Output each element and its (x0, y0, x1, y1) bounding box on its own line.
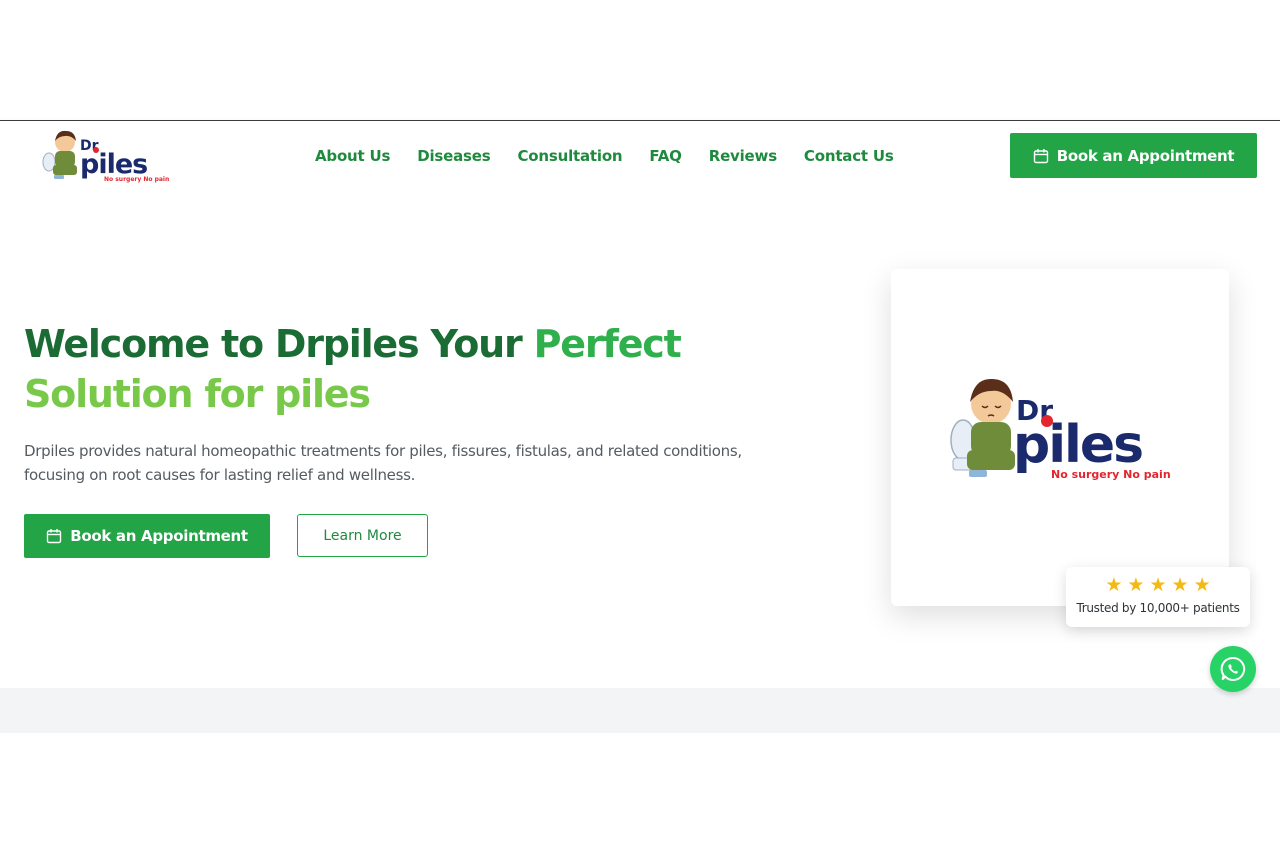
calendar-icon (46, 529, 62, 544)
bottom-whitespace (0, 733, 1280, 853)
whatsapp-button[interactable] (1210, 646, 1256, 692)
nav-link-consultation[interactable]: Consultation (517, 147, 622, 165)
card-logo-piles-text: piles (1013, 415, 1142, 475)
nav-link-about-us[interactable]: About Us (315, 147, 390, 165)
card-logo: Dr piles No surgery No pain (950, 378, 1171, 481)
top-whitespace (0, 0, 1280, 120)
hero-title-part2: Perfect (533, 322, 682, 366)
nav-link-reviews[interactable]: Reviews (709, 147, 777, 165)
star-icon: ★ (1171, 574, 1189, 596)
star-icon: ★ (1105, 574, 1123, 596)
navbar: Dr piles No surgery No pain About Us Dis… (0, 120, 1280, 189)
rating-stars: ★ ★ ★ ★ ★ (1066, 575, 1250, 595)
star-icon: ★ (1193, 574, 1211, 596)
nav-link-faq[interactable]: FAQ (649, 147, 681, 165)
nav-book-appointment-button[interactable]: Book an Appointment (1010, 133, 1257, 178)
card-logo-tagline-text: No surgery No pain (1051, 468, 1171, 481)
whatsapp-icon (1220, 656, 1246, 681)
nav-link-contact-us[interactable]: Contact Us (804, 147, 894, 165)
hero-title-part3: Solution for piles (24, 372, 371, 416)
trust-badge: ★ ★ ★ ★ ★ Trusted by 10,000+ patients (1066, 567, 1250, 627)
hero-book-appointment-button[interactable]: Book an Appointment (24, 514, 270, 558)
hero-logo-card: Dr piles No surgery No pain (891, 269, 1229, 606)
hero-book-appointment-label: Book an Appointment (70, 527, 248, 545)
hero-title-part1: Welcome to Drpiles Your (24, 322, 534, 366)
section-divider-band (0, 688, 1280, 733)
logo-tagline-text: No surgery No pain (104, 176, 169, 183)
logo[interactable]: Dr piles No surgery No pain (40, 129, 175, 183)
trust-text: Trusted by 10,000+ patients (1076, 601, 1240, 615)
star-icon: ★ (1149, 574, 1167, 596)
hero-description: Drpiles provides natural homeopathic tre… (24, 442, 742, 484)
nav-book-appointment-label: Book an Appointment (1056, 146, 1235, 165)
hero-title: Welcome to Drpiles Your Perfect Solution… (24, 319, 784, 419)
calendar-icon (1033, 148, 1048, 163)
star-icon: ★ (1127, 574, 1145, 596)
main-nav: About Us Diseases Consultation FAQ Revie… (315, 121, 894, 190)
nav-link-diseases[interactable]: Diseases (417, 147, 490, 165)
learn-more-button[interactable]: Learn More (297, 514, 428, 557)
